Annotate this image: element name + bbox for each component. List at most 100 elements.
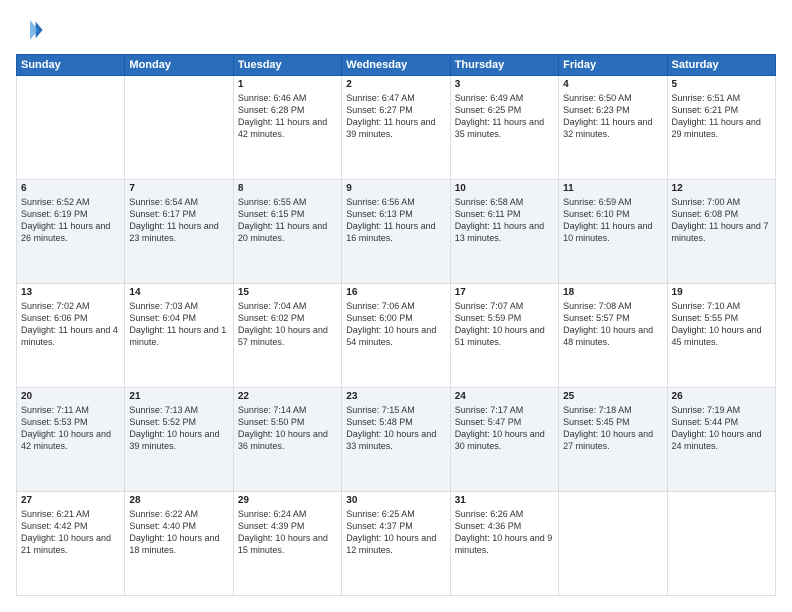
day-info: Sunrise: 7:11 AM Sunset: 5:53 PM Dayligh… — [21, 404, 120, 453]
calendar-cell: 31 Sunrise: 6:26 AM Sunset: 4:36 PM Dayli… — [450, 492, 558, 596]
day-info: Sunrise: 6:52 AM Sunset: 6:19 PM Dayligh… — [21, 196, 120, 245]
day-info: Sunrise: 6:49 AM Sunset: 6:25 PM Dayligh… — [455, 92, 554, 141]
logo-icon — [16, 16, 44, 44]
calendar-cell — [667, 492, 775, 596]
day-info: Sunrise: 7:17 AM Sunset: 5:47 PM Dayligh… — [455, 404, 554, 453]
day-number: 11 — [563, 183, 662, 194]
calendar-cell: 14Sunrise: 7:03 AM Sunset: 6:04 PM Dayli… — [125, 284, 233, 388]
day-header-tuesday: Tuesday — [233, 55, 341, 76]
day-info: Sunrise: 7:13 AM Sunset: 5:52 PM Dayligh… — [129, 404, 228, 453]
calendar-cell: 10 Sunrise: 6:58 AM Sunset: 6:11 PM Dayli… — [450, 180, 558, 284]
day-info: Sunrise: 6:47 AM Sunset: 6:27 PM Dayligh… — [346, 92, 445, 141]
day-info: Sunrise: 7:00 AM Sunset: 6:08 PM Dayligh… — [672, 196, 771, 245]
day-header-sunday: Sunday — [17, 55, 125, 76]
day-number: 30 — [346, 495, 445, 506]
calendar-cell — [17, 76, 125, 180]
calendar-cell: 25 Sunrise: 7:18 AM Sunset: 5:45 PM Dayli… — [559, 388, 667, 492]
calendar-cell: 24 Sunrise: 7:17 AM Sunset: 5:47 PM Dayli… — [450, 388, 558, 492]
day-header-wednesday: Wednesday — [342, 55, 450, 76]
day-number: 29 — [238, 495, 337, 506]
day-number: 3 — [455, 79, 554, 90]
day-number: 7 — [129, 183, 228, 194]
day-info: Sunrise: 7:07 AM Sunset: 5:59 PM Dayligh… — [455, 300, 554, 349]
week-row-4: 20 Sunrise: 7:11 AM Sunset: 5:53 PM Dayli… — [17, 388, 776, 492]
day-info: Sunrise: 7:02 AM Sunset: 6:06 PM Dayligh… — [21, 300, 120, 349]
day-info: Sunrise: 6:21 AM Sunset: 4:42 PM Dayligh… — [21, 508, 120, 557]
day-number: 18 — [563, 287, 662, 298]
calendar-cell: 7 Sunrise: 6:54 AM Sunset: 6:17 PM Daylig… — [125, 180, 233, 284]
calendar-cell — [559, 492, 667, 596]
calendar-cell: 26Sunrise: 7:19 AM Sunset: 5:44 PM Dayli… — [667, 388, 775, 492]
day-number: 13 — [21, 287, 120, 298]
day-number: 4 — [563, 79, 662, 90]
calendar-cell: 5Sunrise: 6:51 AM Sunset: 6:21 PM Daylig… — [667, 76, 775, 180]
day-number: 8 — [238, 183, 337, 194]
week-row-3: 13 Sunrise: 7:02 AM Sunset: 6:06 PM Dayli… — [17, 284, 776, 388]
day-info: Sunrise: 6:25 AM Sunset: 4:37 PM Dayligh… — [346, 508, 445, 557]
day-number: 20 — [21, 391, 120, 402]
day-info: Sunrise: 6:56 AM Sunset: 6:13 PM Dayligh… — [346, 196, 445, 245]
calendar-cell: 4 Sunrise: 6:50 AM Sunset: 6:23 PM Daylig… — [559, 76, 667, 180]
calendar-cell: 6 Sunrise: 6:52 AM Sunset: 6:19 PM Daylig… — [17, 180, 125, 284]
header — [16, 16, 776, 44]
day-info: Sunrise: 7:06 AM Sunset: 6:00 PM Dayligh… — [346, 300, 445, 349]
day-info: Sunrise: 6:26 AM Sunset: 4:36 PM Dayligh… — [455, 508, 554, 557]
day-number: 2 — [346, 79, 445, 90]
day-info: Sunrise: 7:14 AM Sunset: 5:50 PM Dayligh… — [238, 404, 337, 453]
calendar-cell: 22 Sunrise: 7:14 AM Sunset: 5:50 PM Dayli… — [233, 388, 341, 492]
day-info: Sunrise: 7:03 AM Sunset: 6:04 PM Dayligh… — [129, 300, 228, 349]
day-number: 9 — [346, 183, 445, 194]
calendar-cell: 18 Sunrise: 7:08 AM Sunset: 5:57 PM Dayli… — [559, 284, 667, 388]
calendar-cell: 9 Sunrise: 6:56 AM Sunset: 6:13 PM Daylig… — [342, 180, 450, 284]
day-info: Sunrise: 6:51 AM Sunset: 6:21 PM Dayligh… — [672, 92, 771, 141]
day-info: Sunrise: 7:04 AM Sunset: 6:02 PM Dayligh… — [238, 300, 337, 349]
day-info: Sunrise: 7:18 AM Sunset: 5:45 PM Dayligh… — [563, 404, 662, 453]
day-number: 24 — [455, 391, 554, 402]
day-number: 25 — [563, 391, 662, 402]
calendar-cell: 27 Sunrise: 6:21 AM Sunset: 4:42 PM Dayli… — [17, 492, 125, 596]
calendar-cell: 11 Sunrise: 6:59 AM Sunset: 6:10 PM Dayli… — [559, 180, 667, 284]
day-info: Sunrise: 6:58 AM Sunset: 6:11 PM Dayligh… — [455, 196, 554, 245]
day-header-thursday: Thursday — [450, 55, 558, 76]
calendar-cell: 30 Sunrise: 6:25 AM Sunset: 4:37 PM Dayli… — [342, 492, 450, 596]
day-info: Sunrise: 7:08 AM Sunset: 5:57 PM Dayligh… — [563, 300, 662, 349]
day-number: 12 — [672, 183, 771, 194]
calendar-cell: 29 Sunrise: 6:24 AM Sunset: 4:39 PM Dayli… — [233, 492, 341, 596]
calendar-header-row: SundayMondayTuesdayWednesdayThursdayFrid… — [17, 55, 776, 76]
day-info: Sunrise: 6:24 AM Sunset: 4:39 PM Dayligh… — [238, 508, 337, 557]
calendar-cell: 2 Sunrise: 6:47 AM Sunset: 6:27 PM Daylig… — [342, 76, 450, 180]
day-header-monday: Monday — [125, 55, 233, 76]
day-number: 27 — [21, 495, 120, 506]
calendar-cell — [125, 76, 233, 180]
day-number: 16 — [346, 287, 445, 298]
calendar-cell: 20 Sunrise: 7:11 AM Sunset: 5:53 PM Dayli… — [17, 388, 125, 492]
day-header-friday: Friday — [559, 55, 667, 76]
week-row-2: 6 Sunrise: 6:52 AM Sunset: 6:19 PM Daylig… — [17, 180, 776, 284]
day-number: 10 — [455, 183, 554, 194]
calendar-cell: 15Sunrise: 7:04 AM Sunset: 6:02 PM Dayli… — [233, 284, 341, 388]
calendar: SundayMondayTuesdayWednesdayThursdayFrid… — [16, 54, 776, 596]
calendar-cell: 19 Sunrise: 7:10 AM Sunset: 5:55 PM Dayli… — [667, 284, 775, 388]
day-info: Sunrise: 7:10 AM Sunset: 5:55 PM Dayligh… — [672, 300, 771, 349]
day-number: 28 — [129, 495, 228, 506]
day-info: Sunrise: 6:50 AM Sunset: 6:23 PM Dayligh… — [563, 92, 662, 141]
calendar-cell: 13 Sunrise: 7:02 AM Sunset: 6:06 PM Dayli… — [17, 284, 125, 388]
week-row-1: 1 Sunrise: 6:46 AM Sunset: 6:28 PM Daylig… — [17, 76, 776, 180]
page: SundayMondayTuesdayWednesdayThursdayFrid… — [0, 0, 792, 612]
day-info: Sunrise: 6:22 AM Sunset: 4:40 PM Dayligh… — [129, 508, 228, 557]
day-info: Sunrise: 6:46 AM Sunset: 6:28 PM Dayligh… — [238, 92, 337, 141]
day-number: 23 — [346, 391, 445, 402]
calendar-cell: 28 Sunrise: 6:22 AM Sunset: 4:40 PM Dayli… — [125, 492, 233, 596]
day-number: 22 — [238, 391, 337, 402]
day-number: 31 — [455, 495, 554, 506]
calendar-cell: 23Sunrise: 7:15 AM Sunset: 5:48 PM Dayli… — [342, 388, 450, 492]
day-number: 1 — [238, 79, 337, 90]
calendar-cell: 17Sunrise: 7:07 AM Sunset: 5:59 PM Dayli… — [450, 284, 558, 388]
day-number: 6 — [21, 183, 120, 194]
calendar-cell: 12 Sunrise: 7:00 AM Sunset: 6:08 PM Dayli… — [667, 180, 775, 284]
day-info: Sunrise: 6:59 AM Sunset: 6:10 PM Dayligh… — [563, 196, 662, 245]
day-number: 21 — [129, 391, 228, 402]
calendar-cell: 1 Sunrise: 6:46 AM Sunset: 6:28 PM Daylig… — [233, 76, 341, 180]
day-info: Sunrise: 6:54 AM Sunset: 6:17 PM Dayligh… — [129, 196, 228, 245]
day-number: 19 — [672, 287, 771, 298]
